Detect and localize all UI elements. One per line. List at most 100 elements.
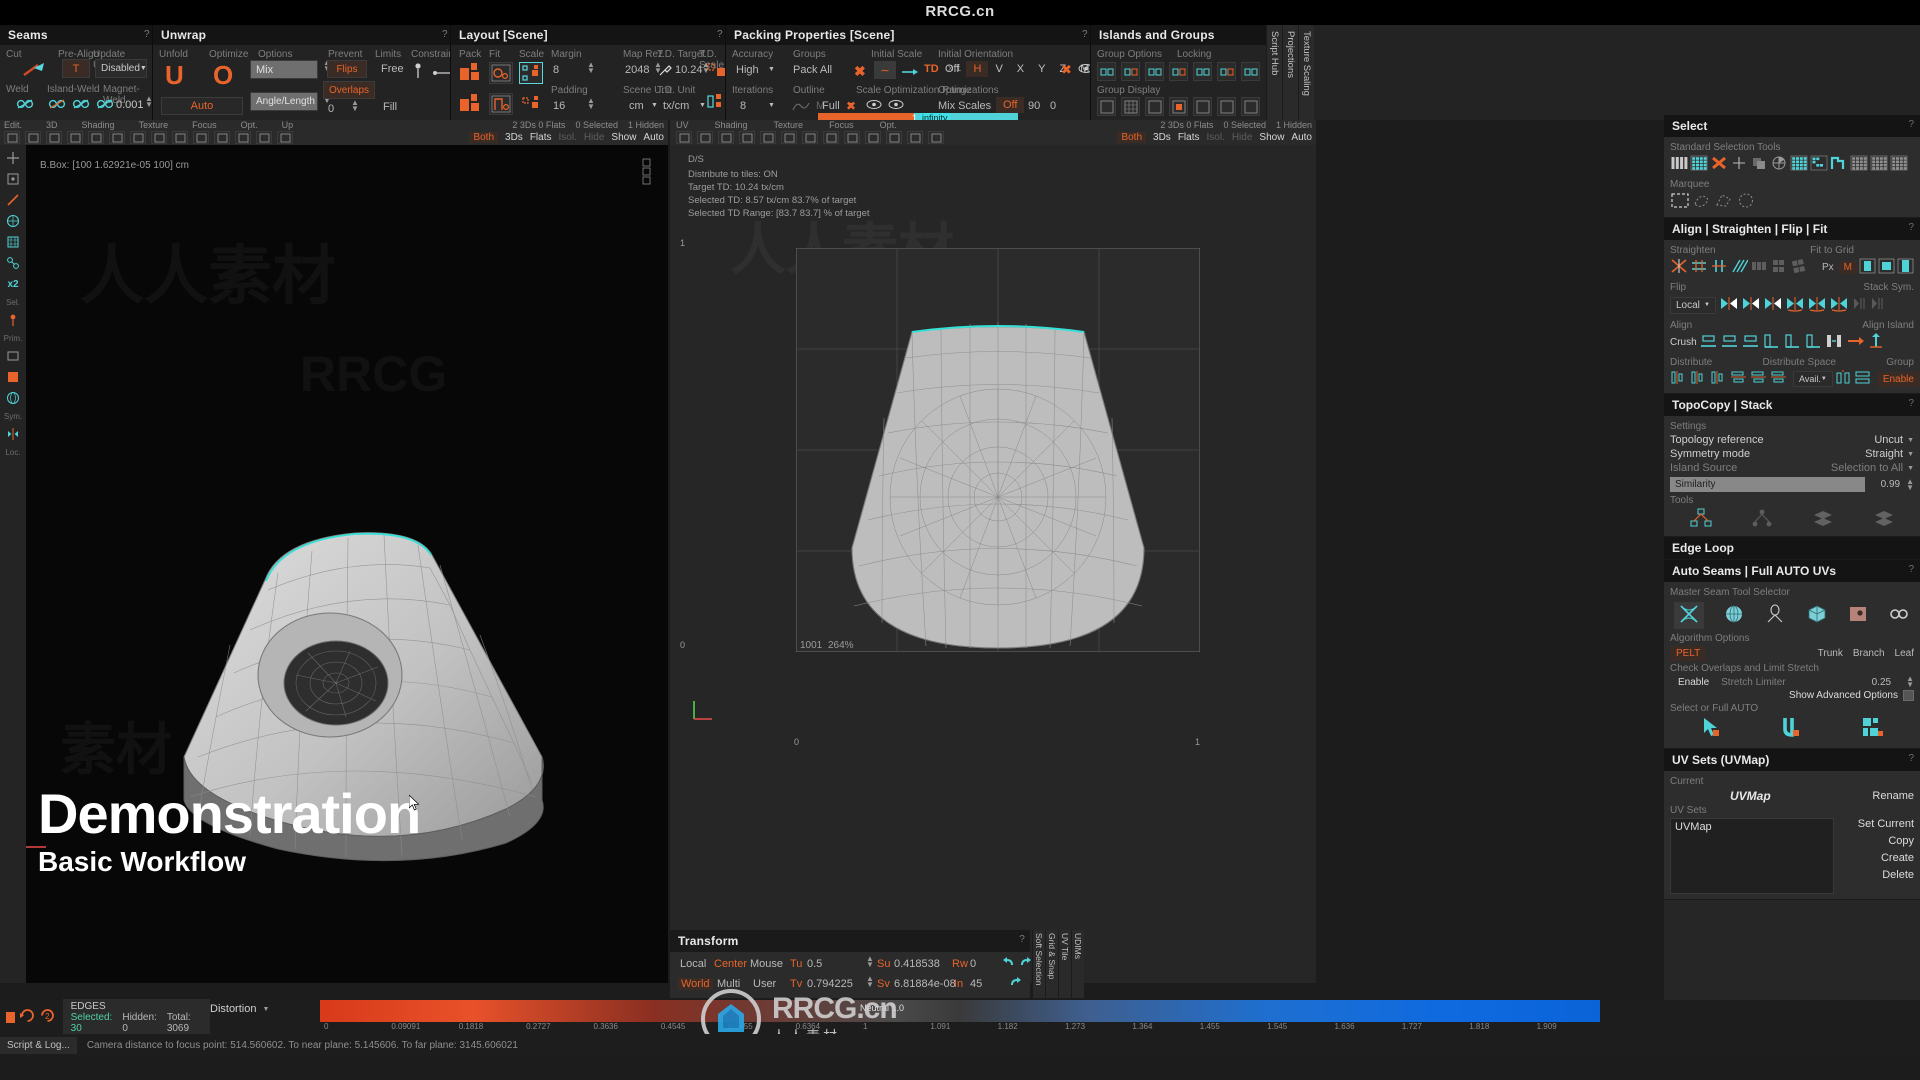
transform-src-mouse[interactable]: Mouse (750, 958, 783, 970)
prevent-overlaps-button[interactable]: Overlaps (323, 81, 375, 99)
fit-m-button[interactable]: M (1838, 261, 1857, 274)
island-n-icon[interactable] (1193, 97, 1212, 116)
margin-stepper[interactable]: ▲ ▼ (587, 61, 595, 75)
vp3d-tab-shading[interactable]: Shading (82, 120, 115, 131)
mode-loop2-icon[interactable]: 2 (40, 1008, 55, 1026)
island-box-icon[interactable] (1217, 97, 1236, 116)
straighten-h-icon[interactable] (1690, 258, 1708, 277)
flip-h-icon[interactable] (1719, 295, 1739, 315)
optimize-o-icon[interactable]: O (213, 62, 233, 88)
vpuv-tab-opt[interactable]: Opt. (880, 120, 897, 131)
vpuv-show-btn[interactable]: Show (1259, 132, 1284, 143)
align-top-icon[interactable] (1741, 333, 1760, 352)
uvsets-set-current-button[interactable]: Set Current (1838, 818, 1914, 830)
vpuv-sel-icon[interactable] (676, 131, 692, 144)
distortion-select[interactable]: Distortion ▼ (210, 1003, 269, 1015)
transform-help-icon[interactable]: ? (1019, 934, 1025, 945)
stack-sym-b-icon[interactable] (1870, 296, 1886, 314)
orientation-h-button[interactable]: H (966, 61, 989, 77)
marquee-lasso-icon[interactable] (1692, 192, 1712, 212)
transform-redo-icon[interactable] (1018, 956, 1032, 971)
dist-space-icon-1[interactable] (1835, 370, 1852, 388)
vpuv-isol-btn[interactable]: Isol. (1206, 132, 1224, 143)
angle-length-select[interactable]: Angle/Length (250, 92, 318, 111)
straighten-diag-icon[interactable] (1730, 258, 1749, 277)
vpuv-hide-btn[interactable]: Hide (1232, 132, 1253, 143)
magnet-weld-value[interactable]: 0.001 (116, 99, 144, 111)
vtab-texture-scaling[interactable]: Texture Scaling (1298, 25, 1314, 120)
rail-mirror-icon[interactable] (3, 425, 23, 443)
gap-value[interactable]: 0 (328, 103, 334, 115)
islands-help-icon[interactable]: ? (1082, 29, 1261, 40)
island-shade-icon[interactable] (1145, 97, 1164, 116)
td-eyedropper-icon[interactable] (657, 62, 673, 81)
similarity-value[interactable]: 0.99 (1868, 479, 1900, 490)
flip-v-icon[interactable] (1741, 295, 1761, 315)
tdscale-icon-b[interactable] (707, 93, 727, 114)
stretch-limiter-value[interactable]: 0.25 (1872, 677, 1891, 688)
rail-x2-icon[interactable]: x2 (3, 275, 23, 293)
vp3d-focus-icon[interactable] (214, 131, 230, 144)
rail-group-icon[interactable] (3, 254, 23, 272)
auto-full-pack-icon[interactable] (1861, 716, 1885, 741)
orientation-y-button[interactable]: Y (1031, 61, 1052, 77)
seam-tool-sphere-icon[interactable] (1723, 604, 1745, 627)
dist-a-icon[interactable] (1670, 370, 1688, 388)
rail-face-icon[interactable] (3, 212, 23, 230)
vp3d-shading-flat-icon[interactable] (88, 131, 104, 144)
scale-range-eye-a-icon[interactable] (866, 99, 882, 113)
topocopy-row-value[interactable]: Uncut (1874, 434, 1903, 446)
rail-square-icon[interactable] (3, 368, 23, 386)
seam-tool-box-icon[interactable] (1806, 604, 1828, 627)
straighten-grid4-icon[interactable] (1770, 258, 1788, 277)
sceneunit-caret-icon[interactable]: ▼ (651, 102, 658, 109)
vtab-projections[interactable]: Projections (1282, 25, 1298, 120)
sceneunit-value[interactable]: cm (629, 100, 644, 112)
flip-rot-a-icon[interactable] (1785, 295, 1805, 315)
vp3d-both-btn[interactable]: Both (469, 132, 499, 143)
topocopy-stack-icon[interactable] (1812, 508, 1834, 531)
crush-button[interactable]: Crush (1670, 337, 1697, 348)
packing-help-icon[interactable]: ? (717, 29, 1085, 40)
seam-tool-xatlas-icon[interactable] (1674, 602, 1704, 629)
dist-d-icon[interactable] (1730, 370, 1748, 388)
vp3d-texture-checker-icon[interactable] (151, 131, 167, 144)
topocopy-row-value[interactable]: Straight (1865, 448, 1903, 460)
vp3d-tab-3d[interactable]: 3D (46, 120, 58, 131)
topocopy-graph-icon[interactable] (1690, 508, 1712, 531)
tdunit-value[interactable]: tx/cm (663, 100, 689, 112)
initialscale-tilde-icon[interactable]: ∼ (874, 61, 896, 79)
island-center-icon[interactable] (1241, 97, 1260, 116)
island-merge-icon[interactable] (1121, 62, 1140, 81)
vp3d-tab-edit[interactable]: Edit. (4, 120, 22, 131)
topocopy-row-value[interactable]: Selection to All (1831, 462, 1903, 474)
script-log-button[interactable]: Script & Log... (0, 1036, 77, 1054)
maprez-value[interactable]: 2048 (625, 64, 649, 76)
flip-mode-select[interactable]: Local ▼ (1670, 296, 1716, 314)
vpuv-flats-btn[interactable]: Flats (1178, 132, 1200, 143)
transform-tu-stepper[interactable]: ▲ ▼ (866, 955, 874, 969)
vp3d-hide-btn[interactable]: Hide (584, 132, 605, 143)
vp3d-texture-none-icon[interactable] (193, 131, 209, 144)
mix-select[interactable]: Mix (250, 60, 318, 79)
align-vcenter-icon[interactable] (1720, 333, 1739, 352)
rail-rect-icon[interactable] (3, 347, 23, 365)
align-hcenter-icon[interactable] (1783, 333, 1802, 352)
align-right-icon[interactable] (1804, 333, 1823, 352)
pack-icon-b[interactable] (459, 93, 481, 116)
vpuv-both-btn[interactable]: Both (1117, 132, 1147, 143)
layout-help-icon[interactable]: ? (442, 29, 720, 40)
vpuv-tab-shading[interactable]: Shading (715, 120, 748, 131)
auto-button[interactable]: Auto (161, 97, 243, 115)
vpuv-3ds-btn[interactable]: 3Ds (1153, 132, 1171, 143)
island-group-icon[interactable] (1169, 62, 1188, 81)
select-ngons-icon[interactable] (1890, 155, 1908, 174)
viewport-3d[interactable]: 人人素材 RRCG 素材 B.Box: [100 1.62921e-05 100… (0, 145, 668, 983)
algo-leaf-label[interactable]: Leaf (1895, 648, 1914, 659)
topocopy-row-caret-icon[interactable]: ▼ (1907, 437, 1914, 444)
pack-icon-a[interactable] (459, 62, 481, 85)
transform-space-local[interactable]: Local (680, 958, 706, 970)
vp3d-tab-opt[interactable]: Opt. (241, 120, 258, 131)
fit-grid-icon-2[interactable] (1878, 258, 1895, 277)
padding-value[interactable]: 16 (553, 100, 565, 112)
